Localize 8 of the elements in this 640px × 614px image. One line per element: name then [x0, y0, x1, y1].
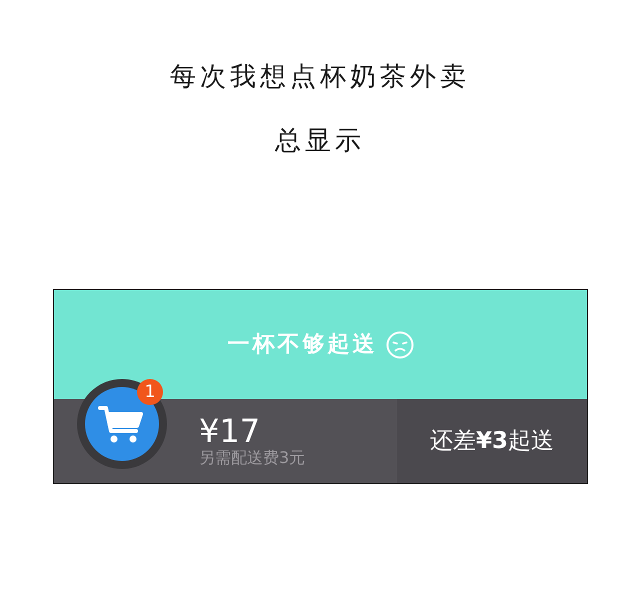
sad-face-icon: [386, 330, 414, 358]
caption-text: 每次我想点杯奶茶外卖: [170, 61, 470, 94]
total-price: ¥17: [199, 414, 262, 448]
notice-text: 一杯不够起送: [228, 331, 378, 359]
cart-icon[interactable]: [77, 379, 167, 469]
checkout-button[interactable]: 还差¥3起送: [397, 399, 587, 483]
delivery-fee-note: 另需配送费3元: [199, 448, 306, 468]
caption-text: 总显示: [275, 125, 365, 158]
